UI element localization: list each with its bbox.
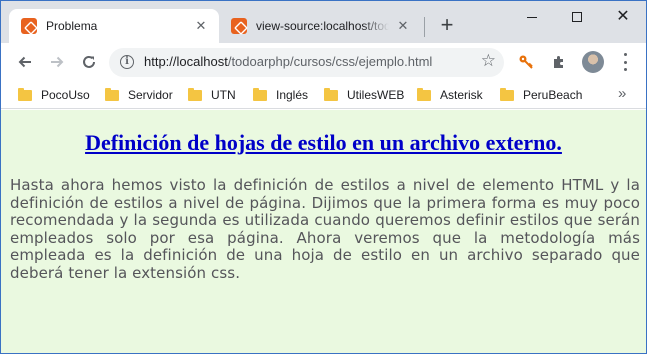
- tab-close-icon[interactable]: ✕: [193, 18, 209, 34]
- close-icon[interactable]: ✕: [600, 1, 646, 33]
- folder-icon: [500, 87, 514, 101]
- avatar[interactable]: [582, 51, 604, 73]
- tab-title: Problema: [46, 19, 98, 33]
- bookmark-folder[interactable]: PocoUso: [18, 87, 90, 103]
- bookmark-label: PocoUso: [41, 88, 90, 102]
- bookmark-label: Inglés: [276, 88, 309, 102]
- bookmarks-overflow-button[interactable]: »: [618, 85, 626, 102]
- page-heading: Definición de hojas de estilo en un arch…: [85, 130, 562, 155]
- bookmark-folder[interactable]: PeruBeach: [500, 87, 582, 103]
- info-icon[interactable]: i: [120, 55, 134, 69]
- bookmark-label: Servidor: [128, 88, 173, 102]
- folder-icon: [18, 87, 32, 101]
- folder-icon: [324, 87, 338, 101]
- page-paragraph: Hasta ahora hemos visto la definición de…: [10, 176, 640, 282]
- url-text[interactable]: http://localhost/todoarphp/cursos/css/ej…: [144, 54, 432, 69]
- xampp-favicon-icon: [231, 18, 247, 34]
- browser-toolbar: i http://localhost/todoarphp/cursos/css/…: [1, 43, 646, 81]
- tab-divider: [424, 17, 425, 37]
- browser-window: Problema ✕ view-source:localhost/todoarp…: [0, 0, 647, 354]
- bookmark-folder[interactable]: UTN: [188, 87, 236, 103]
- url-path: /todoarphp/cursos/css/ejemplo.html: [227, 54, 433, 69]
- plus-icon[interactable]: +: [436, 14, 458, 37]
- folder-icon: [253, 87, 267, 101]
- arrow-left-icon[interactable]: [13, 50, 37, 74]
- folder-icon: [105, 87, 119, 101]
- reload-icon[interactable]: [77, 50, 101, 74]
- bookmark-folder[interactable]: Inglés: [253, 87, 308, 103]
- tab-view-source[interactable]: view-source:localhost/todoarphp/cursos/c…: [219, 9, 421, 43]
- bookmark-folder[interactable]: Servidor: [105, 87, 173, 103]
- minimize-icon[interactable]: [509, 1, 555, 33]
- bookmark-label: UtilesWEB: [347, 88, 405, 102]
- folder-icon: [188, 87, 202, 101]
- bookmark-label: PeruBeach: [523, 88, 583, 102]
- puzzle-icon[interactable]: [549, 52, 569, 72]
- maximize-icon[interactable]: [554, 1, 600, 33]
- bookmark-label: Asterisk: [440, 88, 483, 102]
- bookmarks-bar: PocoUso Servidor UTN Inglés UtilesWEB As…: [1, 81, 646, 109]
- bookmark-folder[interactable]: UtilesWEB: [324, 87, 404, 103]
- xampp-favicon-icon: [21, 18, 37, 34]
- tab-problema[interactable]: Problema ✕: [9, 9, 219, 43]
- url-host: http://localhost: [144, 54, 228, 69]
- arrow-right-icon[interactable]: [45, 50, 69, 74]
- page-content: Definición de hojas de estilo en un arch…: [1, 110, 646, 353]
- bookmark-label: UTN: [211, 88, 236, 102]
- tab-title: view-source:localhost/todoarphp/cursos/c…: [256, 19, 389, 33]
- folder-icon: [417, 87, 431, 101]
- tab-close-icon[interactable]: ✕: [395, 18, 411, 34]
- more-vert-icon[interactable]: [617, 53, 633, 71]
- tab-strip: Problema ✕ view-source:localhost/todoarp…: [1, 1, 646, 43]
- address-bar[interactable]: i http://localhost/todoarphp/cursos/css/…: [109, 48, 504, 77]
- bookmark-folder[interactable]: Asterisk: [417, 87, 483, 103]
- key-icon[interactable]: [516, 52, 536, 72]
- star-icon[interactable]: ☆: [481, 51, 496, 71]
